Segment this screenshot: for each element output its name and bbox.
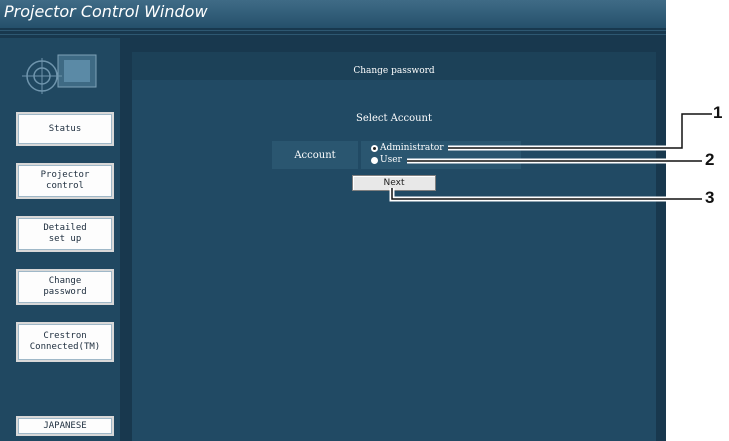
callout-lines [389,111,712,202]
callout-3: 3 [705,188,715,207]
callout-1: 1 [713,103,723,122]
callout-2: 2 [705,150,715,169]
